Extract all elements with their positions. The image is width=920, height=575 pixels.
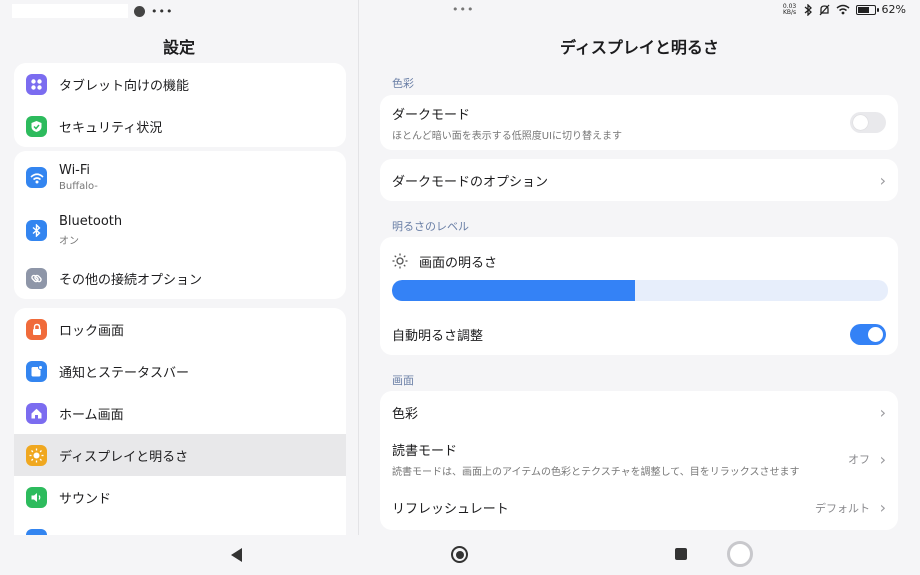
sidebar-item-label: サウンド xyxy=(59,491,112,507)
page-title: 設定 xyxy=(162,38,195,57)
settings-group-1: タブレット向けの機能 セキュリティ状況 xyxy=(14,63,346,147)
sidebar-item-other-connections[interactable]: その他の接続オプション xyxy=(14,257,346,299)
screen-color-label: 色彩 xyxy=(392,406,419,422)
sidebar-item-label: ロック画面 xyxy=(59,323,125,339)
sidebar-item-wifi[interactable]: Wi-Fi Buffalo- xyxy=(14,151,346,204)
lock-icon xyxy=(26,318,47,340)
section-label-color: 色彩 xyxy=(392,77,414,90)
dark-mode-text: ダークモード ほとんど暗い面を表示する低照度UIに切り替えます xyxy=(392,104,622,142)
sidebar-item-label: ホーム画面 xyxy=(59,407,124,423)
sidebar-item-bluetooth[interactable]: Bluetooth オン xyxy=(14,204,346,257)
settings-group-2: Wi-Fi Buffalo- Bluetooth オン その他の接続オプション xyxy=(14,151,346,299)
chevron-right-icon: › xyxy=(879,170,886,190)
chevron-right-icon: › xyxy=(879,402,886,422)
shield-check-icon xyxy=(26,115,47,137)
sidebar-item-text: Bluetooth オン xyxy=(59,214,122,247)
grid-icon xyxy=(26,73,47,95)
refresh-rate-label: リフレッシュレート xyxy=(392,502,509,517)
status-right: 0.03 KB/s 62% xyxy=(782,3,906,16)
brightness-card: 画面の明るさ 自動明るさ調整 xyxy=(380,237,898,355)
wifi-icon xyxy=(26,167,47,188)
display-brightness-pane: ディスプレイと明るさ 色彩 ダークモード ほとんど暗い面を表示する低照度UIに切… xyxy=(359,22,920,535)
dark-mode-options-label: ダークモードのオプション xyxy=(392,174,549,190)
chevron-right-icon: › xyxy=(879,449,886,469)
sidebar-item-sub: オン xyxy=(59,236,79,247)
dark-mode-options-card: ダークモードのオプション › xyxy=(380,159,898,201)
back-icon[interactable] xyxy=(231,548,242,562)
dark-mode-card: ダークモード ほとんど暗い面を表示する低照度UIに切り替えます xyxy=(380,95,898,150)
auto-brightness-row[interactable]: 自動明るさ調整 xyxy=(380,314,898,355)
sidebar-item-label: Wi-Fi xyxy=(59,163,91,178)
dark-mode-options-row[interactable]: ダークモードのオプション › xyxy=(380,159,898,201)
brightness-slider-fill xyxy=(392,280,636,301)
sidebar-item-display-brightness[interactable]: ディスプレイと明るさ xyxy=(14,434,346,476)
assistant-ball-icon[interactable] xyxy=(727,541,753,567)
chevron-right-icon: › xyxy=(879,498,886,517)
home-icon xyxy=(26,402,47,424)
sidebar-item-label: ディスプレイと明るさ xyxy=(59,449,189,465)
sun-icon xyxy=(26,444,47,466)
link-icon xyxy=(26,267,47,289)
sidebar-item-sound[interactable]: サウンド xyxy=(14,476,346,518)
sidebar-item-label: セキュリティ状況 xyxy=(59,120,163,136)
sidebar-item-tablet-features[interactable]: タブレット向けの機能 xyxy=(14,63,346,105)
battery-percent: 62% xyxy=(881,3,906,16)
sidebar-item-home-screen[interactable]: ホーム画面 xyxy=(14,392,346,434)
net-speed: 0.03 KB/s xyxy=(782,2,797,16)
refresh-rate-value: デフォルト xyxy=(815,501,870,515)
settings-group-3: ロック画面 通知とステータスバー ホーム画面 ディスプレイと明るさ サウンド xyxy=(14,308,346,535)
blank-area xyxy=(12,4,128,18)
settings-list-pane: 設定 タブレット向けの機能 セキュリティ状況 Wi-Fi Buffalo- Bl… xyxy=(0,22,358,535)
reading-mode-sub: 読書モードは、画面上のアイテムの色彩とテクスチャを調整して、目をリラックスさせま… xyxy=(392,467,800,478)
sidebar-item-label: タブレット向けの機能 xyxy=(59,78,190,94)
dark-mode-toggle[interactable] xyxy=(850,112,886,133)
sidebar-item-text: Wi-Fi Buffalo- xyxy=(59,163,98,192)
dark-mode-sub: ほとんど暗い面を表示する低照度UIに切り替えます xyxy=(392,130,622,142)
recent-apps-icon[interactable] xyxy=(675,548,687,560)
brightness-header-row: 画面の明るさ xyxy=(380,237,898,285)
bluetooth-icon xyxy=(26,220,47,241)
more-dots-icon: ••• xyxy=(151,4,174,18)
sidebar-item-label: Bluetooth xyxy=(59,214,123,229)
sidebar-item-lock-screen[interactable]: ロック画面 xyxy=(14,308,346,350)
brightness-label: 画面の明るさ xyxy=(419,255,498,271)
auto-brightness-toggle[interactable] xyxy=(850,324,886,345)
sidebar-item-label: 通知とステータスバー xyxy=(59,365,190,381)
speaker-icon xyxy=(26,486,47,508)
mute-bell-icon xyxy=(819,4,830,15)
reading-mode-row[interactable]: 読書モード 読書モードは、画面上のアイテムの色彩とテクスチャを調整して、目をリラ… xyxy=(380,433,898,485)
status-left: ••• xyxy=(12,4,173,18)
sidebar-item-sub: Buffalo- xyxy=(59,181,98,192)
notification-icon xyxy=(26,360,47,382)
navigation-bar xyxy=(0,535,920,575)
brightness-slider[interactable] xyxy=(392,280,888,301)
screen-card: 色彩 › 読書モード 読書モードは、画面上のアイテムの色彩とテクスチャを調整して… xyxy=(380,391,898,530)
status-bar: ••• ••• 0.03 KB/s 62% xyxy=(0,0,920,22)
app-status-icon xyxy=(134,5,145,17)
sidebar-item-notifications[interactable]: 通知とステータスバー xyxy=(14,350,346,392)
auto-brightness-label: 自動明るさ調整 xyxy=(392,329,484,344)
refresh-rate-row[interactable]: リフレッシュレート デフォルト › xyxy=(380,485,898,530)
sun-outline-icon xyxy=(392,253,408,269)
reading-mode-label: 読書モード xyxy=(392,444,458,459)
dark-mode-row[interactable]: ダークモード ほとんど暗い面を表示する低照度UIに切り替えます xyxy=(380,95,898,150)
screen-color-row[interactable]: 色彩 › xyxy=(380,391,898,433)
dark-mode-label: ダークモード xyxy=(392,107,471,123)
bluetooth-status-icon xyxy=(804,3,812,16)
section-label-screen: 画面 xyxy=(392,374,414,387)
sidebar-item-security-status[interactable]: セキュリティ状況 xyxy=(14,105,346,147)
detail-title: ディスプレイと明るさ xyxy=(560,38,719,57)
reading-mode-value: オフ xyxy=(848,453,870,466)
wifi-status-icon xyxy=(836,4,850,15)
home-button-icon[interactable] xyxy=(451,546,468,563)
section-label-brightness: 明るさのレベル xyxy=(392,220,469,233)
window-handle-dots[interactable]: ••• xyxy=(452,3,474,16)
battery-icon xyxy=(855,4,879,15)
sidebar-item-label: その他の接続オプション xyxy=(59,272,203,288)
reading-mode-text: 読書モード 読書モードは、画面上のアイテムの色彩とテクスチャを調整して、目をリラ… xyxy=(392,440,800,478)
sidebar-item-partial[interactable] xyxy=(14,518,346,535)
